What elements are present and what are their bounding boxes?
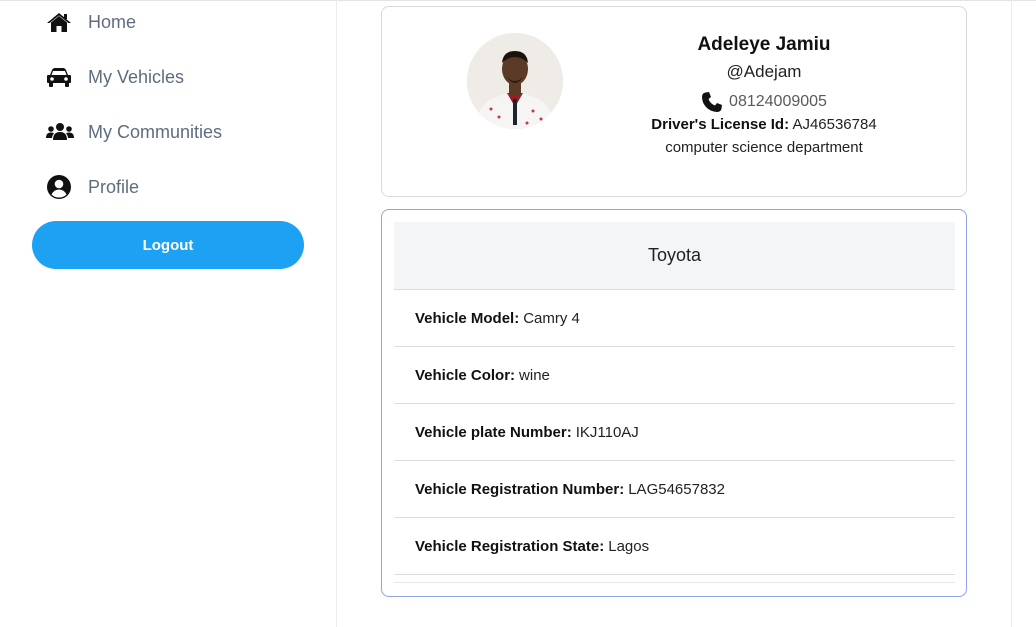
profile-name: Adeleye Jamiu [697, 34, 831, 55]
vehicle-card: Toyota Vehicle Model: Camry 4 Vehicle Co… [381, 209, 967, 597]
vehicle-plate-row: Vehicle plate Number: IKJ110AJ [394, 404, 955, 461]
field-label: Vehicle Registration Number: [415, 480, 625, 498]
field-label: Vehicle Model: [415, 309, 520, 327]
field-value: wine [519, 366, 550, 384]
profile-phone: 08124009005 [729, 93, 827, 110]
phone-row: 08124009005 [627, 91, 901, 113]
license-label: Driver's License Id: [651, 116, 790, 133]
profile-card: Adeleye Jamiu @Adejam 08124009005 Driver… [381, 6, 967, 197]
right-divider [1011, 0, 1012, 627]
vehicle-details-list: Vehicle Model: Camry 4 Vehicle Color: wi… [394, 290, 955, 583]
sidebar-item-my-communities[interactable]: My Communities [46, 117, 222, 147]
profile-department: computer science department [665, 139, 863, 156]
license-id: AJ46536784 [792, 116, 877, 133]
field-value: Lagos [608, 537, 650, 555]
sidebar-item-my-vehicles[interactable]: My Vehicles [46, 62, 184, 92]
sidebar-item-label: Profile [88, 176, 140, 197]
home-icon [46, 10, 74, 34]
field-value: IKJ110AJ [575, 423, 639, 441]
sidebar-item-home[interactable]: Home [46, 7, 136, 37]
sidebar: Home My Vehicles My Communities Profile … [0, 0, 337, 627]
sidebar-item-label: Home [88, 11, 137, 32]
vehicle-make-header: Toyota [394, 222, 955, 290]
vehicle-model-row: Vehicle Model: Camry 4 [394, 290, 955, 347]
avatar [467, 33, 563, 129]
car-icon [46, 65, 74, 89]
vehicle-color-row: Vehicle Color: wine [394, 347, 955, 404]
field-value: Camry 4 [523, 309, 580, 327]
license-row: Driver's License Id: AJ46536784 [627, 114, 901, 136]
list-footer-divider [394, 575, 955, 583]
profile-info: Adeleye Jamiu @Adejam 08124009005 Driver… [627, 33, 901, 159]
profile-handle: @Adejam [726, 62, 802, 81]
field-label: Vehicle plate Number: [415, 423, 572, 441]
vehicle-registration-state-row: Vehicle Registration State: Lagos [394, 518, 955, 575]
sidebar-item-label: My Vehicles [88, 66, 185, 87]
phone-icon [701, 91, 723, 113]
users-icon [46, 120, 74, 144]
vehicle-registration-number-row: Vehicle Registration Number: LAG54657832 [394, 461, 955, 518]
field-label: Vehicle Color: [415, 366, 516, 384]
sidebar-item-profile[interactable]: Profile [46, 172, 139, 202]
user-circle-icon [46, 175, 74, 199]
sidebar-item-label: My Communities [88, 121, 223, 142]
field-value: LAG54657832 [628, 480, 725, 498]
field-label: Vehicle Registration State: [415, 537, 605, 555]
logout-button[interactable]: Logout [32, 221, 304, 269]
